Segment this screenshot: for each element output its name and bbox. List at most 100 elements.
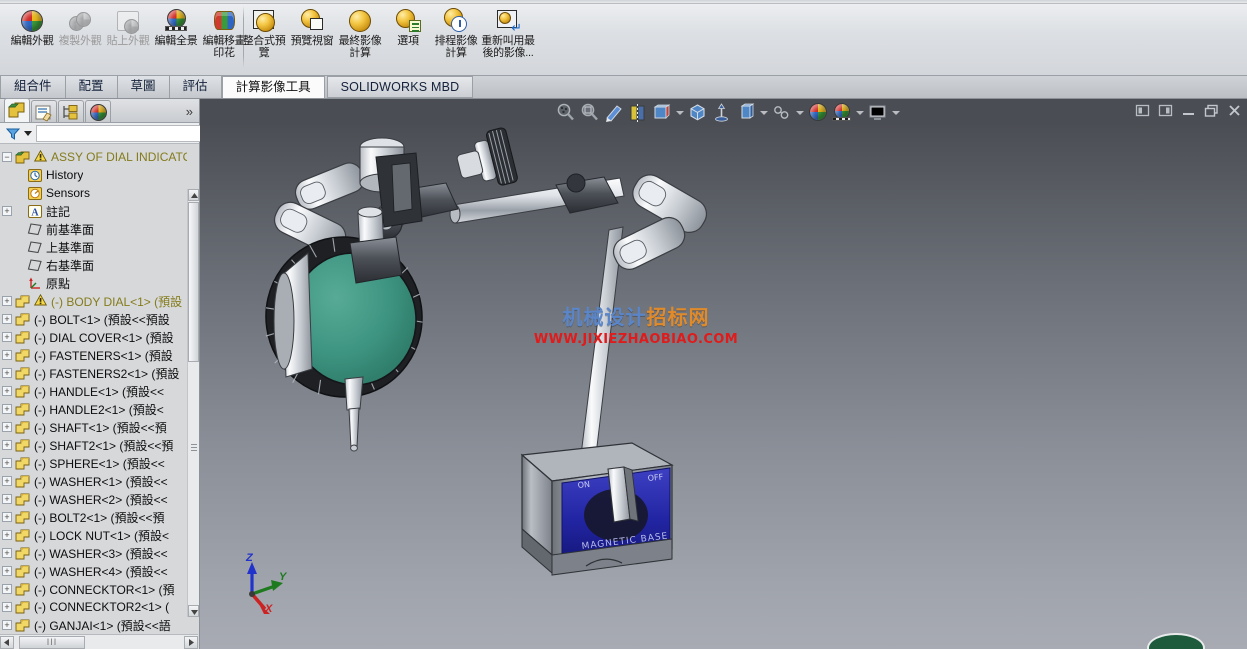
tree-expander-8[interactable]: + <box>2 296 12 306</box>
feature-filter-input[interactable] <box>36 124 215 142</box>
tree-scroll-thumb[interactable] <box>188 202 199 362</box>
filter-funnel-icon[interactable] <box>5 127 21 140</box>
copy-appearance-button[interactable]: 複製外觀 <box>56 4 104 70</box>
feature-tree[interactable]: − ASSY OF DIAL INDICATOR History Sensors + A 註… <box>0 144 187 633</box>
view-orientation-icon[interactable] <box>651 102 672 123</box>
tree-item-4[interactable]: 前基準面 <box>0 220 187 238</box>
tree-expander-25[interactable]: + <box>2 602 12 612</box>
tab-evaluate[interactable]: 評估 <box>169 76 222 98</box>
tree-expander-9[interactable]: + <box>2 314 12 324</box>
tree-expander-26[interactable]: + <box>2 620 12 630</box>
tree-item-20[interactable]: + (-) BOLT2<1> (預設<<預 <box>0 508 187 526</box>
tree-item-17[interactable]: + (-) SPHERE<1> (預設<< <box>0 454 187 472</box>
zoom-to-fit-icon[interactable] <box>555 102 576 123</box>
tree-expander-0[interactable]: − <box>2 152 12 162</box>
tree-scroll-up-arrow[interactable] <box>188 189 199 201</box>
tree-item-3[interactable]: + A 註記 <box>0 202 187 220</box>
edit-appearance-button[interactable]: 編輯外觀 <box>8 4 56 70</box>
edit-appearance-icon[interactable] <box>735 102 756 123</box>
tree-item-8[interactable]: + (-) BODY DIAL<1> (預設 <box>0 292 187 310</box>
tree-item-11[interactable]: + (-) FASTENERS<1> (預設 <box>0 346 187 364</box>
restore-icon[interactable] <box>1203 102 1220 119</box>
recall-last-render-button[interactable]: ↵ 重新叫用最後的影像... <box>480 4 536 70</box>
tree-item-9[interactable]: + (-) BOLT<1> (預設<<預設 <box>0 310 187 328</box>
paste-appearance-button[interactable]: 貼上外觀 <box>104 4 152 70</box>
tab-render-tools[interactable]: 計算影像工具 <box>221 76 325 98</box>
tree-item-16[interactable]: + (-) SHAFT2<1> (預設<<預 <box>0 436 187 454</box>
property-manager-tab[interactable] <box>31 100 57 122</box>
view-orientation-caret-icon[interactable] <box>675 102 684 123</box>
tree-item-13[interactable]: + (-) HANDLE<1> (預設<< <box>0 382 187 400</box>
apply-scene-icon[interactable] <box>771 102 792 123</box>
tree-item-12[interactable]: + (-) FASTENERS2<1> (預設 <box>0 364 187 382</box>
tree-expander-18[interactable]: + <box>2 476 12 486</box>
tree-expander-17[interactable]: + <box>2 458 12 468</box>
previous-view-icon[interactable] <box>603 102 624 123</box>
zoom-to-area-icon[interactable] <box>579 102 600 123</box>
integrated-preview-button[interactable]: 整合式預覽 <box>240 4 288 70</box>
tree-scroll-down-arrow[interactable] <box>188 605 199 617</box>
appearances-ball-icon[interactable] <box>807 102 828 123</box>
display-manager-caret-icon[interactable] <box>891 102 900 123</box>
tree-item-22[interactable]: + (-) WASHER<3> (預設<< <box>0 544 187 562</box>
tree-expander-12[interactable]: + <box>2 368 12 378</box>
tree-item-0[interactable]: − ASSY OF DIAL INDICATOR <box>0 148 187 166</box>
expand-panel-chevron-icon[interactable]: » <box>186 105 193 118</box>
tab-sketch[interactable]: 草圖 <box>117 76 170 98</box>
tree-expander-11[interactable]: + <box>2 350 12 360</box>
tree-item-25[interactable]: + (-) CONNECKTOR2<1> ( <box>0 598 187 616</box>
scene-ball-icon[interactable] <box>831 102 852 123</box>
tree-item-24[interactable]: + (-) CONNECKTOR<1> (預 <box>0 580 187 598</box>
preview-window-button[interactable]: 預覽視窗 <box>288 4 336 70</box>
tree-item-5[interactable]: 上基準面 <box>0 238 187 256</box>
tree-expander-19[interactable]: + <box>2 494 12 504</box>
tab-solidworks-mbd[interactable]: SOLIDWORKS MBD <box>326 76 474 98</box>
tree-expander-22[interactable]: + <box>2 548 12 558</box>
tree-scroll-left-arrow[interactable] <box>0 635 14 649</box>
tree-expander-24[interactable]: + <box>2 584 12 594</box>
tree-item-14[interactable]: + (-) HANDLE2<1> (預設< <box>0 400 187 418</box>
tab-assembly[interactable]: 組合件 <box>0 76 66 98</box>
tree-hscroll-thumb[interactable]: III <box>19 635 85 649</box>
tree-item-1[interactable]: History <box>0 166 187 184</box>
restore-document-left-icon[interactable] <box>1134 102 1151 119</box>
apply-scene-caret-icon[interactable] <box>795 102 804 123</box>
graphics-viewport[interactable]: ON OFF MAGNETIC BASE 机械设计招标网 WWW.JIXIEZH… <box>200 125 1247 649</box>
tree-item-19[interactable]: + (-) WASHER<2> (預設<< <box>0 490 187 508</box>
feature-manager-tab[interactable] <box>4 98 30 122</box>
tree-item-7[interactable]: 原點 <box>0 274 187 292</box>
tree-scroll-right-arrow[interactable] <box>184 635 198 649</box>
dial-indicator-assembly-model[interactable]: ON OFF MAGNETIC BASE <box>200 125 1247 649</box>
tree-expander-23[interactable]: + <box>2 566 12 576</box>
tree-expander-10[interactable]: + <box>2 332 12 342</box>
tree-expander-14[interactable]: + <box>2 404 12 414</box>
hide-show-items-icon[interactable] <box>711 102 732 123</box>
tree-expander-3[interactable]: + <box>2 206 12 216</box>
display-manager-tab[interactable] <box>85 100 111 122</box>
close-icon[interactable] <box>1226 102 1243 119</box>
restore-document-right-icon[interactable] <box>1157 102 1174 119</box>
section-view-icon[interactable] <box>627 102 648 123</box>
final-render-button[interactable]: 最終影像計算 <box>336 4 384 70</box>
edit-scene-button[interactable]: 編輯全景 <box>152 4 200 70</box>
tree-item-23[interactable]: + (-) WASHER<4> (預設<< <box>0 562 187 580</box>
tree-expander-20[interactable]: + <box>2 512 12 522</box>
scene-caret-icon[interactable] <box>855 102 864 123</box>
tree-expander-16[interactable]: + <box>2 440 12 450</box>
filter-dropdown-caret-icon[interactable] <box>24 130 32 136</box>
tree-expander-21[interactable]: + <box>2 530 12 540</box>
tab-layout[interactable]: 配置 <box>65 76 118 98</box>
tree-item-2[interactable]: Sensors <box>0 184 187 202</box>
tree-expander-13[interactable]: + <box>2 386 12 396</box>
display-style-icon[interactable] <box>687 102 708 123</box>
tree-item-10[interactable]: + (-) DIAL COVER<1> (預設 <box>0 328 187 346</box>
tree-item-18[interactable]: + (-) WASHER<1> (預設<< <box>0 472 187 490</box>
tree-vertical-scrollbar[interactable] <box>187 189 199 617</box>
display-manager-icon[interactable] <box>867 102 888 123</box>
tree-item-15[interactable]: + (-) SHAFT<1> (預設<<預 <box>0 418 187 436</box>
options-button[interactable]: 選項 <box>384 4 432 70</box>
edit-appearance-caret-icon[interactable] <box>759 102 768 123</box>
tree-item-6[interactable]: 右基準面 <box>0 256 187 274</box>
minimize-icon[interactable] <box>1180 102 1197 119</box>
tree-expander-15[interactable]: + <box>2 422 12 432</box>
